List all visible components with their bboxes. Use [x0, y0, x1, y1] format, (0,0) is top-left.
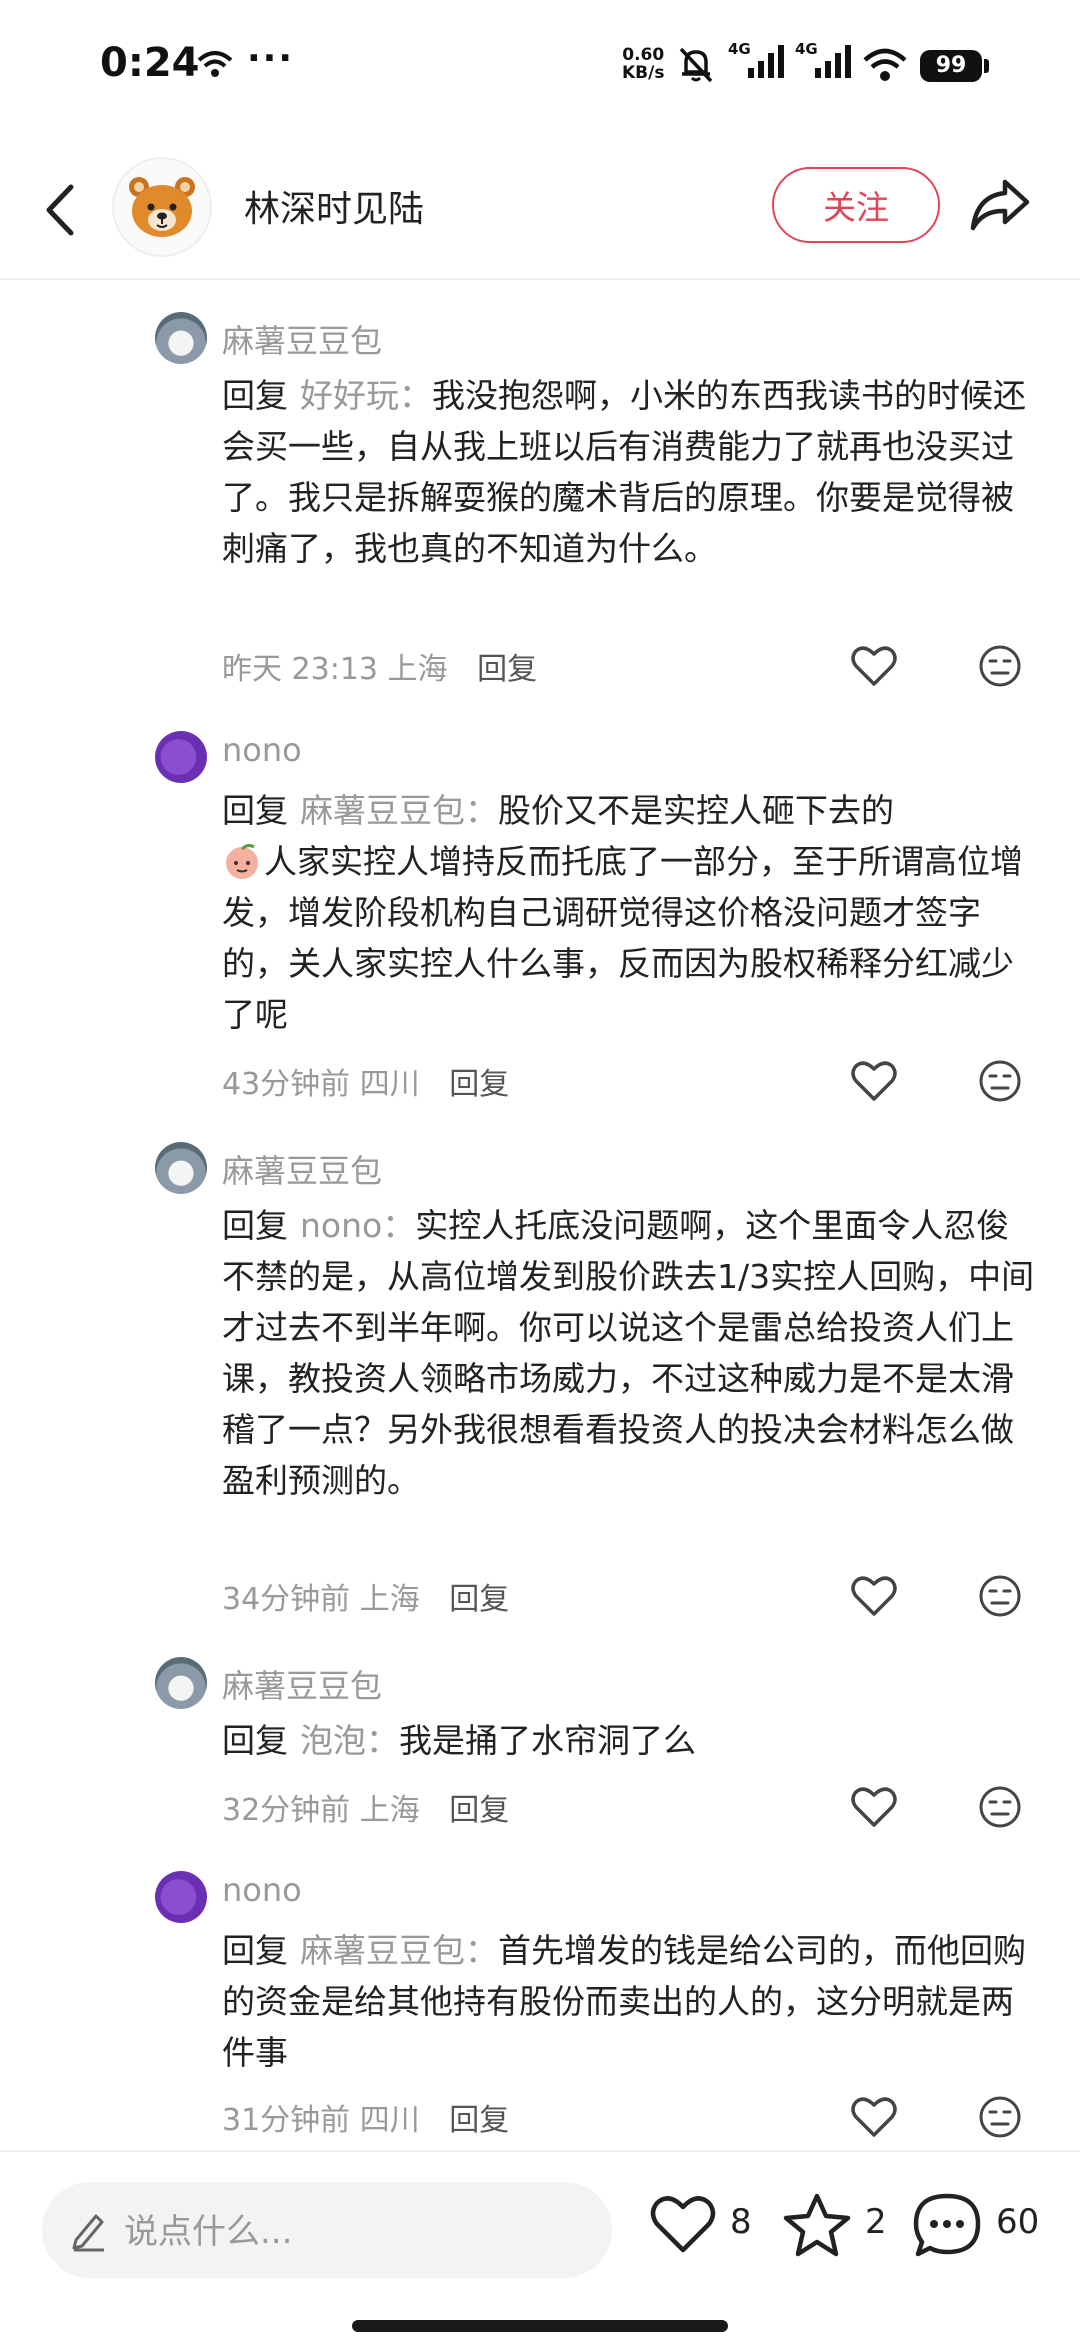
comment-time: 31分钟前 — [222, 2103, 351, 2138]
bear-avatar-icon — [129, 177, 195, 237]
comment-username[interactable]: nono — [222, 731, 302, 769]
comment-text: 回复 泡泡：我是捅了水帘洞了么 — [222, 1715, 1042, 1766]
comment-body: 股价又不是实控人砸下去的 — [498, 791, 894, 830]
network-rate: 0.60 KB/s — [622, 45, 665, 83]
avatar[interactable] — [155, 1871, 207, 1923]
peach-emoji-icon — [226, 843, 258, 879]
meh-face-icon[interactable] — [978, 1785, 1022, 1829]
reply-target[interactable]: 泡泡： — [300, 1721, 399, 1760]
author-avatar[interactable] — [112, 157, 212, 257]
comment-body: 我是捅了水帘洞了么 — [399, 1721, 696, 1760]
comment-location: 上海 — [359, 1582, 420, 1617]
share-button[interactable] — [965, 170, 1035, 240]
comment-time: 32分钟前 — [222, 1793, 351, 1828]
meh-face-icon[interactable] — [978, 1059, 1022, 1103]
reply-button[interactable]: 回复 — [449, 1582, 509, 1617]
reply-target[interactable]: nono： — [300, 1206, 415, 1245]
mute-bell-icon — [679, 47, 713, 83]
comment-input[interactable]: 说点什么... — [42, 2182, 612, 2278]
post-header: 林深时见陆 关注 — [0, 140, 1080, 280]
battery-tip — [984, 59, 989, 73]
heart-icon[interactable] — [850, 2095, 898, 2139]
battery-icon: 99 — [920, 50, 982, 82]
reply-button[interactable]: 回复 — [449, 1067, 509, 1102]
signal-icon-2 — [815, 45, 851, 78]
reply-button[interactable]: 回复 — [449, 1793, 509, 1828]
back-button[interactable] — [30, 170, 90, 250]
reply-word: 回复 — [222, 1721, 288, 1760]
comment-username[interactable]: nono — [222, 1871, 302, 1909]
pencil-icon — [72, 2214, 104, 2252]
reply-word: 回复 — [222, 1931, 288, 1970]
back-arrow-icon — [46, 184, 74, 236]
comment-meta: 34分钟前 上海 回复 — [222, 1574, 509, 1618]
reply-word: 回复 — [222, 791, 288, 830]
favorite-count: 2 — [865, 2202, 887, 2242]
comment-location: 上海 — [387, 652, 448, 687]
comment-text: 回复 麻薯豆豆包：首先增发的钱是给公司的，而他回购的资金是给其他持有股份而卖出的人… — [222, 1925, 1042, 2078]
comment-input-placeholder: 说点什么... — [124, 2212, 293, 2252]
chat-bubble-icon[interactable] — [912, 2192, 982, 2258]
avatar[interactable] — [155, 1657, 207, 1709]
avatar[interactable] — [155, 731, 207, 783]
avatar[interactable] — [155, 1142, 207, 1194]
reply-word: 回复 — [222, 376, 288, 415]
heart-icon[interactable] — [850, 1785, 898, 1829]
wifi-icon-2 — [863, 48, 907, 81]
comment-meta: 31分钟前 四川 回复 — [222, 2095, 509, 2139]
comment-location: 上海 — [359, 1793, 420, 1828]
reply-target[interactable]: 麻薯豆豆包： — [300, 791, 498, 830]
status-time: 0:24 — [100, 40, 200, 86]
bottom-action-bar: 说点什么... 8 2 60 — [0, 2150, 1080, 2347]
reply-word: 回复 — [222, 1206, 288, 1245]
wifi-icon — [197, 51, 233, 77]
meh-face-icon[interactable] — [978, 644, 1022, 688]
star-icon[interactable] — [782, 2192, 852, 2258]
comment-location: 四川 — [359, 2103, 420, 2138]
reply-button[interactable]: 回复 — [477, 652, 537, 687]
comment-meta: 32分钟前 上海 回复 — [222, 1785, 509, 1829]
like-post-icon[interactable] — [648, 2192, 718, 2256]
heart-icon[interactable] — [850, 1574, 898, 1618]
author-name[interactable]: 林深时见陆 — [244, 180, 424, 232]
comment-body: 实控人托底没问题啊，这个里面令人忍俊不禁的是，从高位增发到股价跌去1/3实控人回… — [222, 1206, 1035, 1500]
like-count: 8 — [730, 2202, 752, 2242]
comment-count: 60 — [996, 2202, 1040, 2242]
reply-button[interactable]: 回复 — [449, 2103, 509, 2138]
comment-time: 34分钟前 — [222, 1582, 351, 1617]
comment-text: 回复 nono：实控人托底没问题啊，这个里面令人忍俊不禁的是，从高位增发到股价跌去… — [222, 1200, 1042, 1506]
comment-username[interactable]: 麻薯豆豆包 — [222, 316, 382, 362]
comment-meta: 43分钟前 四川 回复 — [222, 1059, 509, 1103]
status-bar: 0:24 ··· 0.60 KB/s 4G 4G 99 — [0, 0, 1080, 140]
comment-text: 回复 麻薯豆豆包：股价又不是实控人砸下去的人家实控人增持反而托底了一部分，至于所谓… — [222, 785, 1042, 1040]
heart-icon[interactable] — [850, 644, 898, 688]
avatar[interactable] — [155, 312, 207, 364]
reply-target[interactable]: 麻薯豆豆包： — [300, 1931, 498, 1970]
reply-target[interactable]: 好好玩： — [300, 376, 432, 415]
home-indicator[interactable] — [352, 2320, 728, 2332]
more-status-icon: ··· — [247, 38, 295, 79]
share-icon — [970, 179, 1030, 231]
comment-body-cont: 人家实控人增持反而托底了一部分，至于所谓高位增发，增发阶段机构自己调研觉得这价格… — [222, 842, 1023, 1034]
comment-text: 回复 好好玩：我没抱怨啊，小米的东西我读书的时候还会买一些，自从我上班以后有消费能… — [222, 370, 1042, 574]
comment-location: 四川 — [359, 1067, 420, 1102]
signal-icon-1 — [748, 45, 784, 78]
meh-face-icon[interactable] — [978, 1574, 1022, 1618]
comment-time: 昨天 23:13 — [222, 652, 378, 687]
comment-meta: 昨天 23:13 上海 回复 — [222, 644, 537, 688]
follow-button[interactable]: 关注 — [772, 167, 940, 243]
comment-time: 43分钟前 — [222, 1067, 351, 1102]
heart-icon[interactable] — [850, 1059, 898, 1103]
meh-face-icon[interactable] — [978, 2095, 1022, 2139]
comment-username[interactable]: 麻薯豆豆包 — [222, 1661, 382, 1707]
comment-username[interactable]: 麻薯豆豆包 — [222, 1146, 382, 1192]
